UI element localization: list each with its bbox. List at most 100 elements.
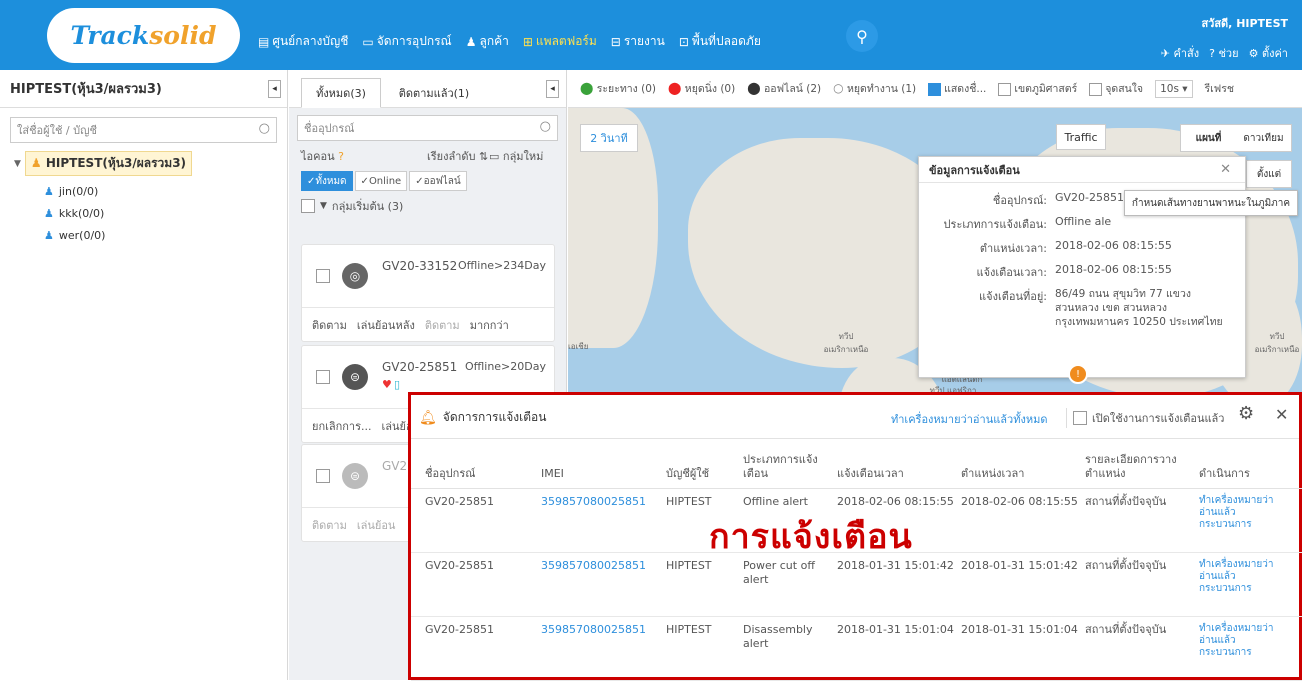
mark-read-process-link[interactable]: ทำเครื่องหมายว่าอ่านแล้ว กระบวนการ bbox=[1199, 559, 1283, 595]
sort-toggle[interactable]: เรียงลำดับ ⇅ bbox=[427, 147, 488, 165]
user-icon: ♟ bbox=[44, 229, 54, 242]
car-icon: ⊜ bbox=[342, 463, 368, 489]
tree-child-wer[interactable]: ♟ wer(0/0) bbox=[44, 229, 287, 242]
device-card[interactable]: ◎ GV20-33152 Offline>234Day ติดตาม เล่นย… bbox=[301, 244, 555, 342]
help-link[interactable]: ? ช่วย bbox=[1209, 44, 1238, 62]
gear-icon[interactable]: ⚙ bbox=[1238, 403, 1254, 424]
imei-link[interactable]: 359857080025851 bbox=[541, 559, 646, 573]
filter-offline[interactable]: ⬤ ออฟไลน์ (2) bbox=[747, 80, 821, 97]
device-checkbox[interactable] bbox=[316, 469, 330, 483]
playback-link[interactable]: เล่นย้อนหลัง bbox=[357, 316, 415, 334]
map-toolbar: ⬤ ระยะทาง (0) ⬤ หยุดนิ่ง (0) ⬤ ออฟไลน์ (… bbox=[568, 70, 1302, 108]
tree-child-jin[interactable]: ♟ jin(0/0) bbox=[44, 185, 287, 198]
nav-safe-zone[interactable]: ⊡ พื้นที่ปลอดภัย bbox=[679, 32, 761, 51]
cell-alert-type: Offline alert bbox=[743, 495, 808, 508]
cell-alert-time: 2018-01-31 15:01:04 bbox=[837, 623, 954, 636]
filter-inactive[interactable]: ○ หยุดทำงาน (1) bbox=[833, 80, 916, 97]
sort-icon: ⇅ bbox=[479, 150, 489, 163]
region-route-tooltip: กำหนดเส้นทางยานพาหนะในภูมิภาค bbox=[1124, 190, 1298, 216]
checkbox-checked bbox=[928, 82, 942, 96]
popup-address: 86/49 ถนน สุขุมวิท 77 แขวง สวนหลวง เขต ส… bbox=[1055, 288, 1223, 328]
device-checkbox[interactable] bbox=[316, 269, 330, 283]
chevron-left-icon: ◂ bbox=[272, 84, 277, 94]
nav-customers[interactable]: ♟ ลูกค้า bbox=[466, 32, 509, 51]
enable-alerts-toggle[interactable]: เปิดใช้งานการแจ้งเตือนแล้ว bbox=[1066, 408, 1224, 428]
command-link[interactable]: ✈ คำสั่ง bbox=[1161, 44, 1199, 62]
untrack-link[interactable]: ยกเลิกการ... bbox=[312, 417, 372, 435]
alert-table-header: ชื่ออุปกรณ์ IMEI บัญชีผู้ใช้ ประเภทการแจ… bbox=[411, 441, 1302, 489]
checkbox bbox=[998, 82, 1012, 96]
device-name: GV2 bbox=[382, 459, 408, 473]
map-label: เอเชีย bbox=[568, 342, 589, 351]
collapse-left-button[interactable]: ◂ bbox=[268, 80, 281, 98]
map-type-satellite[interactable]: ดาวเทียม bbox=[1236, 131, 1291, 146]
filter-all[interactable]: ✓ ทั้งหมด bbox=[301, 171, 353, 191]
new-group-button[interactable]: ▭ กลุ่มใหม่ bbox=[489, 147, 543, 165]
col-alert-type: ประเภทการแจ้งเตือน bbox=[743, 453, 818, 480]
tab-all-devices[interactable]: ทั้งหมด(3) bbox=[301, 78, 381, 108]
show-name-toggle[interactable]: แสดงชื่... bbox=[928, 80, 986, 97]
device-name: GV20-25851 bbox=[382, 360, 458, 374]
nav-platform[interactable]: ⊞ แพลตฟอร์ม bbox=[523, 32, 597, 51]
global-search-button[interactable]: ⚲ bbox=[846, 20, 878, 52]
imei-link[interactable]: 359857080025851 bbox=[541, 623, 646, 637]
cell-position-detail: สถานที่ตั้งปัจจุบัน bbox=[1085, 559, 1167, 572]
traffic-button[interactable]: Traffic bbox=[1056, 124, 1106, 150]
cell-alert-type: Disassembly alert bbox=[743, 623, 813, 650]
cell-account: HIPTEST bbox=[666, 623, 712, 636]
refresh-button[interactable]: รีเฟรช bbox=[1205, 80, 1234, 97]
account-title: HIPTEST(หุ้น3/ผลรวม3) ◂ bbox=[0, 70, 287, 108]
group-checkbox[interactable] bbox=[301, 199, 315, 213]
filter-stopped[interactable]: ⬤ หยุดนิ่ง (0) bbox=[668, 80, 735, 97]
playback-link[interactable]: เล่นย้อน bbox=[357, 516, 396, 534]
group-row[interactable]: ▼ กลุ่มเริ่มต้น (3) bbox=[289, 197, 566, 215]
alert-marker-icon[interactable]: ! bbox=[1068, 364, 1088, 384]
refresh-interval-select[interactable]: 10s ▾ bbox=[1155, 79, 1193, 98]
caret-down-icon: ▼ bbox=[14, 158, 21, 169]
icon-toggle[interactable]: ไอคอน ? bbox=[301, 147, 344, 165]
account-search-input[interactable]: ใส่ชื่อผู้ใช้ / บัญชี ○ bbox=[10, 117, 277, 143]
nav-device-management[interactable]: ▭ จัดการอุปกรณ์ bbox=[362, 32, 451, 51]
nav-account-center[interactable]: ▤ ศูนย์กลางบัญชี bbox=[258, 32, 348, 51]
filter-moving[interactable]: ⬤ ระยะทาง (0) bbox=[580, 80, 656, 97]
mark-read-process-link[interactable]: ทำเครื่องหมายว่าอ่านแล้ว กระบวนการ bbox=[1199, 495, 1283, 531]
user-icon: ♟ bbox=[30, 156, 42, 170]
col-actions: ดำเนินการ bbox=[1199, 467, 1250, 480]
alert-management-panel: 🔔︎ จัดการการแจ้งเตือน ทำเครื่องหมายว่าอ่า… bbox=[408, 392, 1302, 681]
geofence-toggle[interactable]: เขตภูมิศาสตร์ bbox=[998, 80, 1077, 97]
car-icon: ⊜ bbox=[342, 364, 368, 390]
track-link[interactable]: ติดตาม bbox=[312, 516, 347, 534]
nav-reports[interactable]: ⊟ รายงาน bbox=[611, 32, 665, 51]
filter-offline[interactable]: ✓ ออฟไลน์ bbox=[409, 171, 467, 191]
imei-link[interactable]: 359857080025851 bbox=[541, 495, 646, 509]
col-position-detail: รายละเอียดการวางตำแหน่ง bbox=[1085, 453, 1177, 480]
reports-icon: ⊟ bbox=[610, 34, 621, 49]
cell-device: GV20-25851 bbox=[425, 559, 495, 572]
collapse-middle-button[interactable]: ◂ bbox=[546, 80, 559, 98]
alert-panel-title: 🔔︎ จัดการการแจ้งเตือน bbox=[419, 409, 547, 426]
track-link[interactable]: ติดตาม bbox=[312, 316, 347, 334]
tracksolid-logo[interactable]: Tracksolid bbox=[47, 8, 240, 63]
more-link[interactable]: มากกว่า bbox=[470, 316, 509, 334]
device-checkbox[interactable] bbox=[316, 370, 330, 384]
device-search-input[interactable]: ชื่ออุปกรณ์ ○ bbox=[297, 115, 558, 141]
phone-icon: ▯ bbox=[394, 378, 401, 391]
poi-toggle[interactable]: จุดสนใจ bbox=[1089, 80, 1143, 97]
follow-link[interactable]: ติดตาม bbox=[425, 316, 460, 334]
tree-root-account[interactable]: ▼ ♟ HIPTEST(หุ้น3/ผลรวม3) bbox=[14, 151, 287, 176]
cell-position-detail: สถานที่ตั้งปัจจุบัน bbox=[1085, 495, 1167, 508]
tab-tracked[interactable]: ติดตามแล้ว(1) bbox=[389, 78, 479, 108]
settings-link[interactable]: ⚙ ตั้งค่า bbox=[1249, 44, 1288, 62]
device-status: Offline>234Day bbox=[457, 259, 546, 272]
close-icon[interactable]: ✕ bbox=[1275, 405, 1288, 424]
pin-icon: ⬤ bbox=[747, 81, 761, 95]
filter-online[interactable]: ✓ Online bbox=[354, 171, 408, 191]
since-button[interactable]: ตั้งแต่ bbox=[1246, 160, 1292, 188]
mark-read-process-link[interactable]: ทำเครื่องหมายว่าอ่านแล้ว กระบวนการ bbox=[1199, 623, 1283, 659]
mark-all-read-link[interactable]: ทำเครื่องหมายว่าอ่านแล้วทั้งหมด bbox=[891, 410, 1048, 428]
tree-child-kkk[interactable]: ♟ kkk(0/0) bbox=[44, 207, 287, 220]
close-icon[interactable]: ✕ bbox=[1220, 162, 1231, 177]
cell-alert-time: 2018-02-06 08:15:55 bbox=[837, 495, 954, 508]
pin-icon: ⬤ bbox=[668, 81, 682, 95]
map-type-map[interactable]: แผนที่ bbox=[1181, 131, 1236, 146]
